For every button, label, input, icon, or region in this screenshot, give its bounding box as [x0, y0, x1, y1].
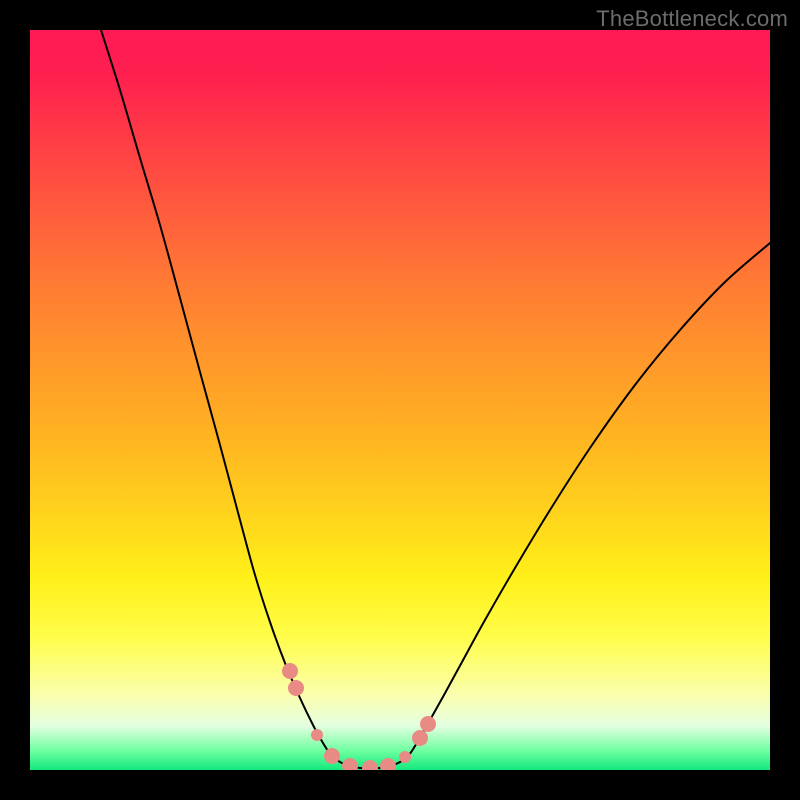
data-marker — [282, 663, 298, 679]
curve-group — [101, 30, 770, 769]
data-marker — [399, 751, 411, 763]
data-marker — [288, 680, 304, 696]
data-marker — [420, 716, 436, 732]
watermark-text: TheBottleneck.com — [596, 6, 788, 32]
data-marker — [380, 758, 396, 770]
data-marker — [362, 760, 378, 770]
bottleneck-curve — [101, 30, 770, 769]
chart-frame: TheBottleneck.com — [0, 0, 800, 800]
data-marker — [342, 758, 358, 770]
marker-group — [282, 663, 436, 770]
data-marker — [324, 748, 340, 764]
plot-area — [30, 30, 770, 770]
data-marker — [412, 730, 428, 746]
data-marker — [311, 729, 323, 741]
chart-svg — [30, 30, 770, 770]
